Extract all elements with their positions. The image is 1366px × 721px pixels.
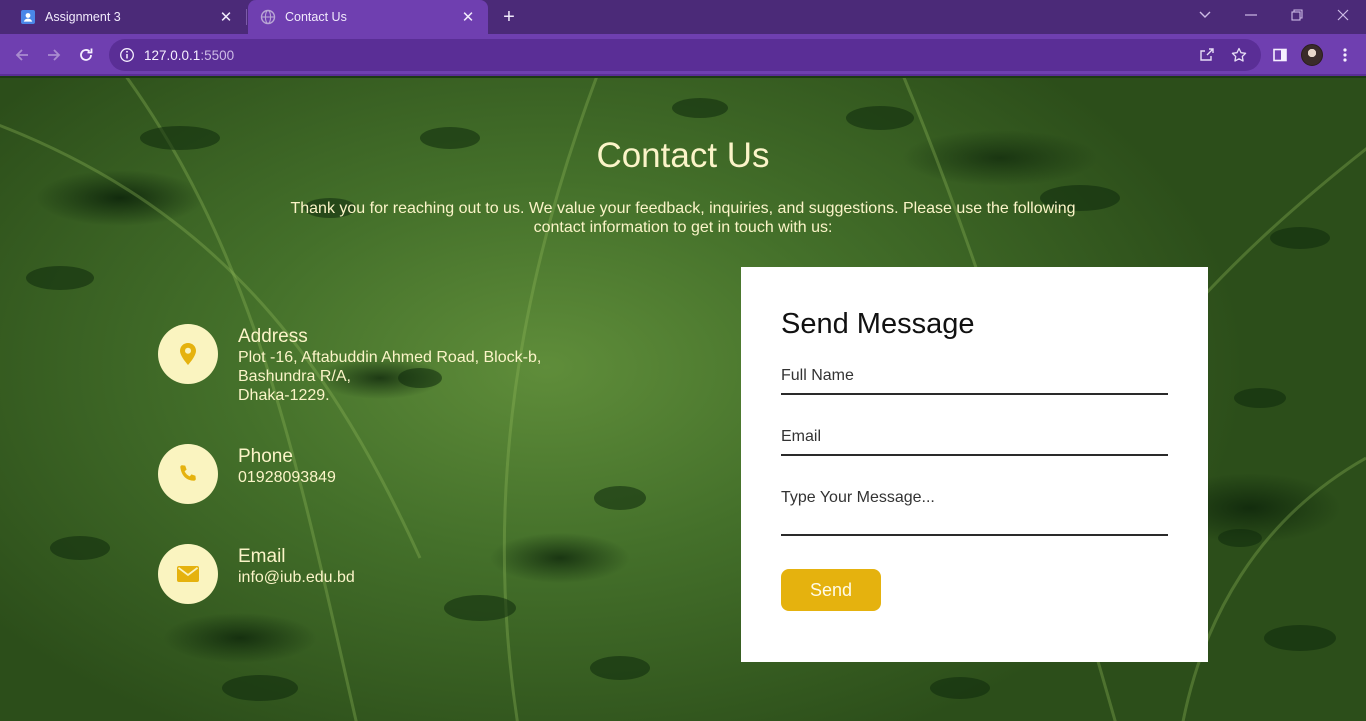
bookmark-star-icon[interactable] (1227, 43, 1251, 67)
email-placeholder: Email (781, 428, 822, 445)
message-field[interactable]: Type Your Message... (781, 489, 1168, 536)
tab-assignment-3[interactable]: Assignment 3 ✕ (0, 0, 246, 34)
contact-email: Email info@iub.edu.bd (158, 544, 355, 604)
intro-text: Thank you for reaching out to us. We val… (290, 200, 1076, 236)
new-tab-button[interactable]: + (498, 6, 520, 28)
contact-phone: Phone 01928093849 (158, 444, 336, 504)
tab-strip: Assignment 3 ✕ Contact Us ✕ + (0, 0, 1366, 34)
email-value: info@iub.edu.bd (238, 569, 355, 586)
envelope-icon (158, 544, 218, 604)
tab-title: Assignment 3 (45, 10, 121, 24)
reload-icon[interactable] (74, 43, 98, 67)
globe-icon (260, 9, 276, 25)
phone-value: 01928093849 (238, 469, 336, 486)
back-icon[interactable] (10, 43, 34, 67)
page-title: Contact Us (596, 136, 770, 175)
close-icon[interactable]: ✕ (216, 7, 236, 27)
address-value: Plot -16, Aftabuddin Ahmed Road, Block-b… (238, 349, 542, 404)
contacts-icon (20, 9, 36, 25)
tab-divider (246, 9, 247, 25)
address-bar[interactable]: 127.0.0.1:5500 (109, 39, 1261, 71)
forward-icon[interactable] (42, 43, 66, 67)
message-placeholder: Type Your Message... (781, 489, 935, 506)
send-message-form: Send Message Full Name Email Type Your M… (741, 267, 1208, 662)
address-label: Address (238, 326, 308, 347)
close-icon[interactable]: ✕ (458, 7, 478, 27)
phone-icon (158, 444, 218, 504)
email-label: Email (238, 546, 286, 567)
url-port: :5500 (200, 47, 235, 63)
browser-toolbar: 127.0.0.1:5500 (0, 34, 1366, 76)
tab-title: Contact Us (285, 10, 347, 24)
restore-icon[interactable] (1274, 0, 1320, 30)
phone-label: Phone (238, 446, 293, 467)
minimize-icon[interactable] (1228, 0, 1274, 30)
share-icon[interactable] (1195, 43, 1219, 67)
site-info-icon[interactable] (119, 47, 135, 63)
send-button[interactable]: Send (781, 569, 881, 611)
full-name-field[interactable]: Full Name (781, 367, 1168, 395)
more-menu-icon[interactable] (1333, 43, 1357, 67)
full-name-placeholder: Full Name (781, 367, 854, 384)
contact-page: Contact Us Thank you for reaching out to… (0, 78, 1366, 721)
profile-avatar[interactable] (1301, 44, 1323, 66)
close-window-icon[interactable] (1320, 0, 1366, 30)
side-panel-icon[interactable] (1268, 43, 1292, 67)
email-field[interactable]: Email (781, 428, 1168, 456)
form-title: Send Message (781, 308, 975, 340)
url-host: 127.0.0.1 (144, 47, 201, 63)
tab-search-icon[interactable] (1182, 0, 1228, 30)
map-pin-icon (158, 324, 218, 384)
tab-contact-us[interactable]: Contact Us ✕ (248, 0, 488, 34)
url-text: 127.0.0.1:5500 (144, 48, 234, 63)
contact-address: Address Plot -16, Aftabuddin Ahmed Road,… (158, 324, 541, 405)
